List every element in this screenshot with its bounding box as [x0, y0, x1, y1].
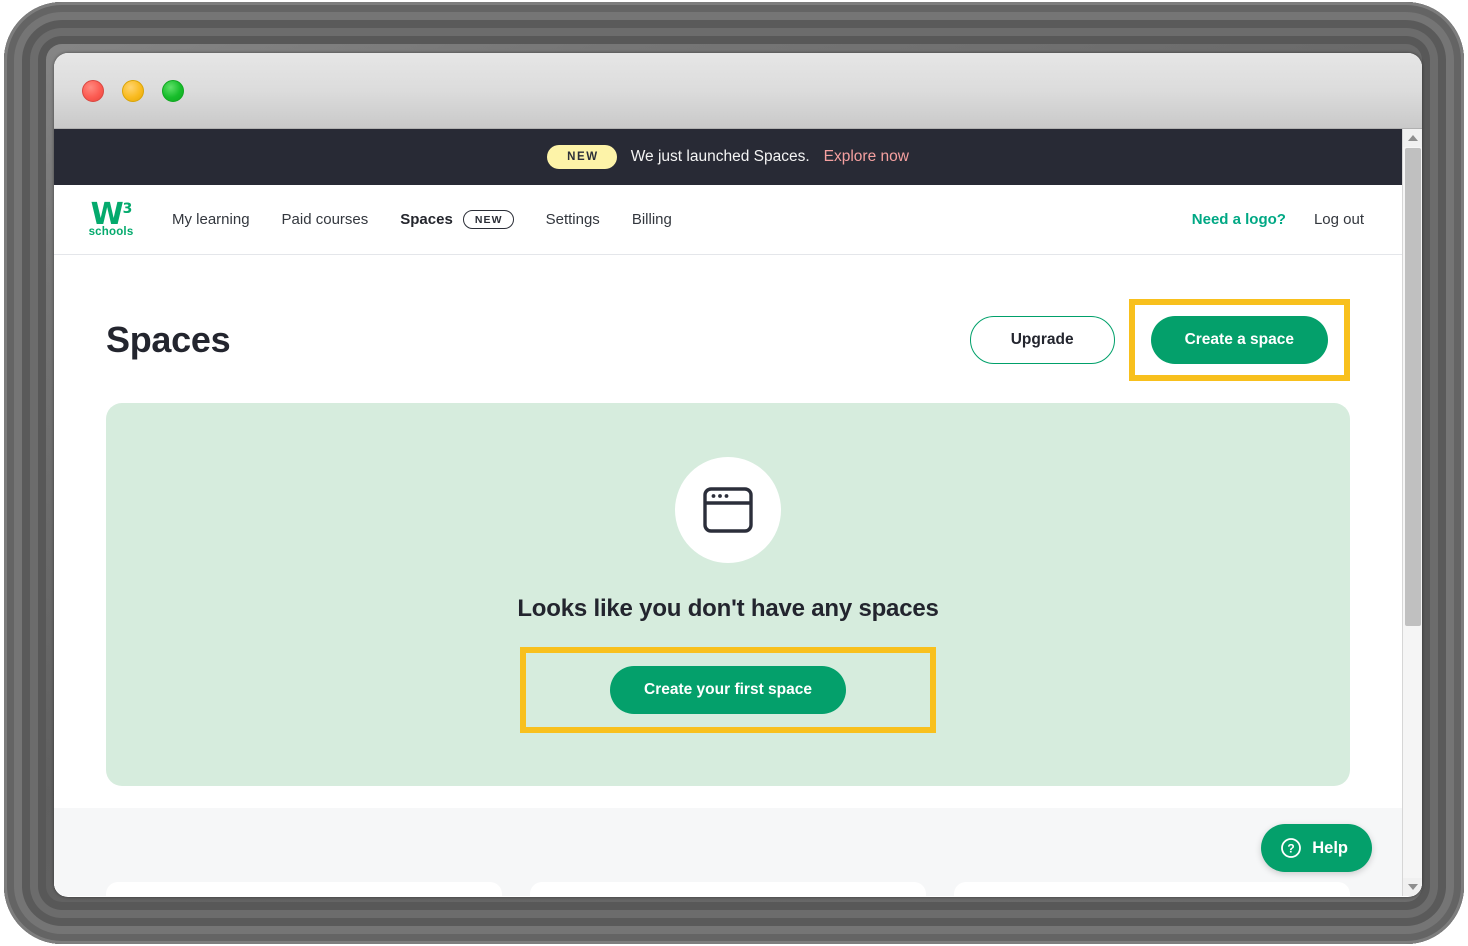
nav-item-spaces[interactable]: Spaces NEW — [400, 209, 514, 230]
device-bezel: NEW We just launched Spaces. Explore now… — [4, 2, 1464, 944]
close-window-button[interactable] — [82, 80, 104, 102]
nav-link-billing[interactable]: Billing — [632, 211, 672, 228]
lower-card-grid — [106, 882, 1350, 896]
annotation-box-create-your-first-space: Create your first space — [520, 646, 936, 733]
logo-mark: W3 — [84, 200, 138, 230]
scroll-up-arrow[interactable] — [1403, 129, 1422, 147]
lower-card[interactable] — [954, 882, 1350, 896]
create-your-first-space-button[interactable]: Create your first space — [610, 665, 846, 714]
chevron-down-icon — [1407, 884, 1418, 890]
svg-text:?: ? — [1288, 842, 1295, 856]
nav-link-spaces[interactable]: Spaces — [400, 211, 453, 228]
maximize-window-button[interactable] — [162, 80, 184, 102]
empty-state-panel: Looks like you don't have any spaces Cre… — [106, 403, 1350, 786]
log-out-link[interactable]: Log out — [1314, 211, 1364, 228]
help-button-label: Help — [1312, 838, 1348, 857]
promo-new-badge: NEW — [547, 144, 617, 170]
explore-now-link[interactable]: Explore now — [824, 148, 909, 166]
empty-state-title: Looks like you don't have any spaces — [517, 594, 939, 622]
annotation-box-create-a-space: Create a space — [1128, 299, 1350, 381]
window-titlebar — [54, 53, 1422, 129]
nav-item-billing[interactable]: Billing — [632, 211, 672, 228]
vertical-scrollbar[interactable] — [1402, 129, 1422, 896]
promo-banner: NEW We just launched Spaces. Explore now — [54, 129, 1402, 185]
page-header-actions: Upgrade Create a space — [969, 299, 1350, 381]
lower-card[interactable] — [106, 882, 502, 896]
upgrade-button[interactable]: Upgrade — [969, 316, 1115, 364]
device-screen: NEW We just launched Spaces. Explore now… — [54, 53, 1422, 897]
minimize-window-button[interactable] — [122, 80, 144, 102]
logo-wordmark: schools — [88, 226, 134, 238]
page-content: NEW We just launched Spaces. Explore now… — [54, 129, 1402, 896]
page-title: Spaces — [106, 319, 231, 360]
need-a-logo-link[interactable]: Need a logo? — [1192, 211, 1286, 228]
help-button[interactable]: ? Help — [1261, 824, 1372, 872]
question-circle-icon: ? — [1281, 838, 1302, 858]
nav-item-paid-courses[interactable]: Paid courses — [282, 211, 369, 228]
scrollbar-thumb[interactable] — [1405, 148, 1421, 626]
nav-link-settings[interactable]: Settings — [546, 211, 600, 228]
w3schools-logo[interactable]: W3 schools — [84, 200, 138, 239]
promo-banner-text: We just launched Spaces. — [630, 148, 810, 165]
main-navbar: W3 schools My learning Paid courses Spac… — [54, 185, 1402, 255]
nav-link-my-learning[interactable]: My learning — [172, 211, 250, 228]
browser-window-icon — [703, 486, 753, 533]
main-content: Spaces Upgrade Create a space Looks like… — [54, 255, 1402, 786]
browser-viewport: NEW We just launched Spaces. Explore now… — [54, 129, 1422, 896]
window-controls — [82, 80, 184, 102]
logo-superscript: 3 — [122, 201, 133, 217]
lower-section — [54, 808, 1402, 896]
page-header-row: Spaces Upgrade Create a space — [106, 255, 1350, 403]
lower-card[interactable] — [530, 882, 926, 896]
nav-item-settings[interactable]: Settings — [546, 211, 600, 228]
nav-new-badge: NEW — [462, 209, 514, 230]
scroll-down-arrow[interactable] — [1403, 878, 1422, 896]
navbar-right-actions: Need a logo? Log out — [1192, 211, 1364, 228]
chevron-up-icon — [1407, 135, 1418, 141]
nav-item-my-learning[interactable]: My learning — [172, 211, 250, 228]
create-a-space-button[interactable]: Create a space — [1150, 316, 1328, 364]
navbar-links: My learning Paid courses Spaces NEW Sett… — [172, 209, 672, 230]
nav-link-paid-courses[interactable]: Paid courses — [282, 211, 369, 228]
empty-state-icon-circle — [675, 456, 781, 563]
